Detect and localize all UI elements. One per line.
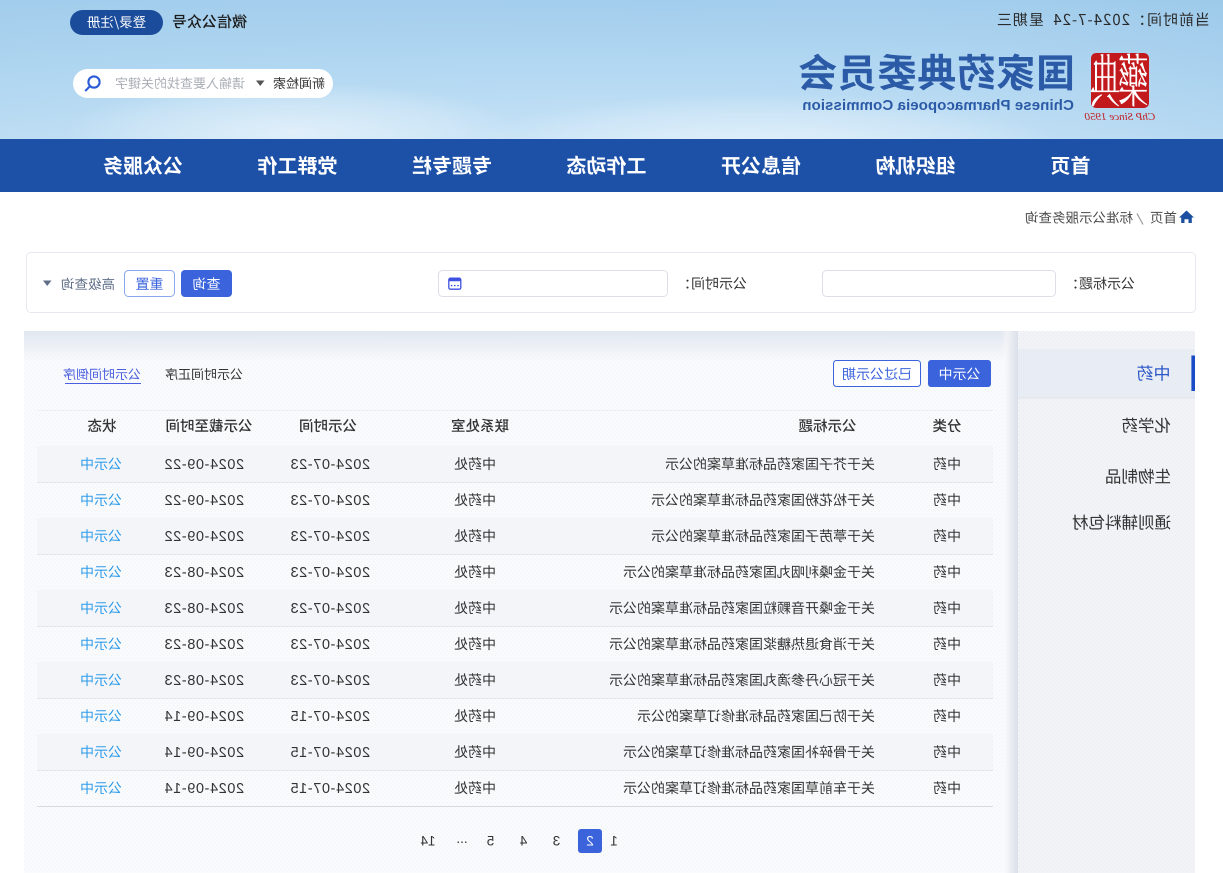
svg-text:2024-08-23: 2024-08-23 (164, 601, 244, 617)
svg-text:ChP Since 1950: ChP Since 1950 (1084, 111, 1155, 123)
svg-text:2024-07-23: 2024-07-23 (290, 637, 370, 653)
svg-text:2024-07-23: 2024-07-23 (290, 529, 370, 545)
svg-text:2024-09-22: 2024-09-22 (164, 457, 244, 473)
svg-text:...: ... (456, 831, 467, 846)
svg-text:2024-09-14: 2024-09-14 (164, 781, 244, 797)
svg-text:2024-09-14: 2024-09-14 (164, 709, 244, 725)
svg-text:3: 3 (553, 834, 561, 849)
svg-text:2024-07-23: 2024-07-23 (290, 601, 370, 617)
svg-text:1: 1 (610, 834, 618, 849)
svg-text:2024-07-15: 2024-07-15 (290, 709, 370, 725)
svg-text:5: 5 (487, 834, 495, 849)
svg-text:2024-09-22: 2024-09-22 (164, 493, 244, 509)
svg-text:2024-07-23: 2024-07-23 (290, 673, 370, 689)
svg-text:2024-07-15: 2024-07-15 (290, 745, 370, 761)
svg-text:2024-07-23: 2024-07-23 (290, 493, 370, 509)
svg-text:2024-09-22: 2024-09-22 (164, 529, 244, 545)
svg-text:Chinese Pharmacopoeia Commissi: Chinese Pharmacopoeia Commission (802, 97, 1074, 114)
svg-text:2024-07-23: 2024-07-23 (290, 457, 370, 473)
svg-text:14: 14 (420, 834, 436, 849)
svg-text:4: 4 (519, 834, 527, 849)
svg-text:2024-07-23: 2024-07-23 (290, 565, 370, 581)
svg-text:2024-08-23: 2024-08-23 (164, 637, 244, 653)
svg-text:2024-07-15: 2024-07-15 (290, 781, 370, 797)
svg-text:2024-08-23: 2024-08-23 (164, 565, 244, 581)
svg-text:2024-08-23: 2024-08-23 (164, 673, 244, 689)
svg-text:2024-09-14: 2024-09-14 (164, 745, 244, 761)
svg-text:2: 2 (586, 834, 594, 849)
